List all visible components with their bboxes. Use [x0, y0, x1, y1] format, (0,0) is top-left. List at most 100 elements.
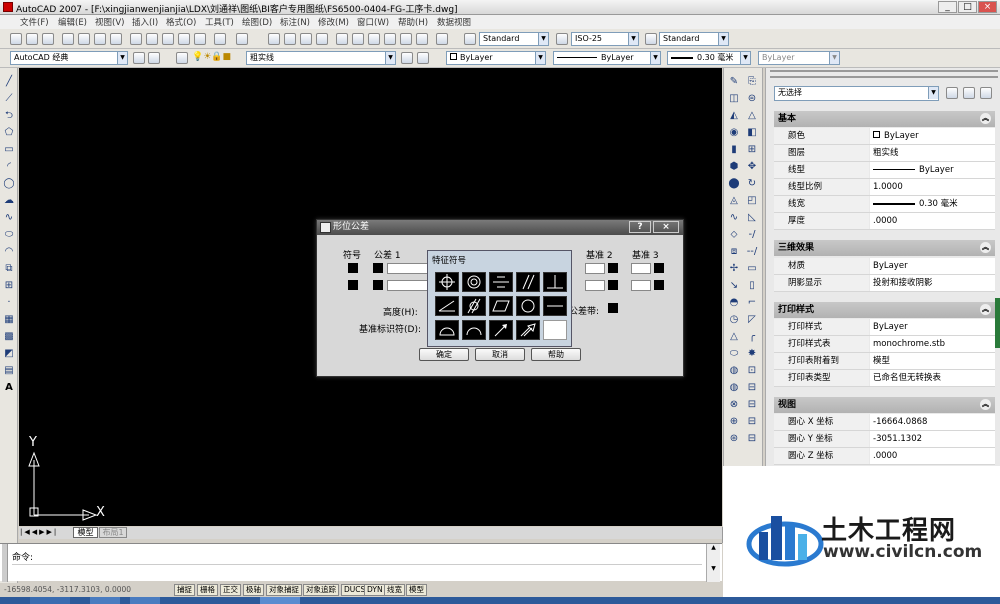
section-3d-effects[interactable]: 三维效果 ︽ [774, 240, 995, 256]
datum3-value-1[interactable] [631, 263, 651, 274]
prop-row-plot-attached[interactable]: 打印表附着到 模型 [774, 353, 995, 370]
save-icon[interactable] [42, 33, 54, 45]
osnap-settings-icon[interactable]: ⊟ [746, 433, 758, 445]
diameter-box-2[interactable] [373, 280, 383, 290]
datum3-value-2[interactable] [631, 280, 651, 291]
line-icon[interactable]: ╱ [3, 76, 15, 88]
extend-tool-icon[interactable]: --/ [746, 246, 758, 258]
datum3-material-1[interactable] [654, 263, 664, 273]
dim-continue-icon[interactable] [728, 365, 740, 377]
fillet-tool-icon[interactable]: ╭ [746, 331, 758, 343]
toggle-otrack[interactable]: 对象追踪 [303, 584, 339, 596]
dim-style-icon[interactable] [556, 33, 568, 45]
print-icon[interactable] [62, 33, 74, 45]
dialog-close-button[interactable]: × [653, 221, 679, 233]
menu-dimension[interactable]: 标注(N) [280, 16, 310, 28]
diameter-box-1[interactable] [373, 263, 383, 273]
total-runout-symbol-icon[interactable] [516, 320, 540, 340]
straightness-symbol-icon[interactable] [543, 296, 567, 316]
rotate-cw-icon[interactable]: ↻ [746, 178, 758, 190]
pan-icon[interactable] [268, 33, 280, 45]
preview-icon[interactable] [78, 33, 90, 45]
stretch-icon[interactable]: ▮ [728, 144, 740, 156]
region-icon[interactable]: ◩ [3, 348, 15, 360]
command-scrollbar[interactable]: ▲ ▼ [706, 544, 720, 582]
symbol-box-2[interactable] [348, 280, 358, 290]
dim-baseline-icon[interactable]: ◍ [728, 382, 740, 394]
make-layer-current-icon[interactable] [401, 52, 413, 64]
circular-runout-symbol-icon[interactable] [489, 320, 513, 340]
gradient-icon[interactable]: ▩ [3, 331, 15, 343]
prop-row-material[interactable]: 材质 ByLayer [774, 258, 995, 275]
projected-zone-box[interactable] [608, 303, 618, 313]
taskbar-item[interactable] [30, 597, 70, 604]
maximize-button[interactable]: □ [958, 1, 977, 13]
command-grip[interactable] [2, 544, 8, 582]
ellipse-icon[interactable]: ⬭ [3, 229, 15, 241]
layer-manager-icon[interactable] [176, 52, 188, 64]
menu-data-view[interactable]: 数据视图 [437, 16, 471, 28]
hatch-icon[interactable]: ▦ [3, 314, 15, 326]
datum2-value-2[interactable] [585, 280, 605, 291]
polyline-icon[interactable]: ⮌ [3, 110, 15, 122]
toggle-lineweight[interactable]: 线宽 [384, 584, 405, 596]
prop-row-plot-table-type[interactable]: 打印表类型 已命名但无转换表 [774, 370, 995, 387]
dialog-title-bar[interactable]: 形位公差 ? × [317, 220, 683, 235]
quick-select-icon[interactable] [980, 87, 992, 99]
toggle-pickadd-icon[interactable] [946, 87, 958, 99]
dim-aligned-icon[interactable]: ◓ [728, 297, 740, 309]
redo-icon[interactable] [236, 33, 248, 45]
menu-insert[interactable]: 插入(I) [132, 16, 158, 28]
angularity-symbol-icon[interactable] [435, 296, 459, 316]
workspace-settings-icon[interactable] [133, 52, 145, 64]
grid-icon[interactable]: ⊞ [746, 144, 758, 156]
save-workspace-icon[interactable] [148, 52, 160, 64]
construction-line-icon[interactable]: ⟋ [3, 93, 15, 105]
cancel-button[interactable]: 取消 [475, 348, 525, 361]
chamfer-icon[interactable]: ⬦ [728, 229, 740, 241]
toggle-model[interactable]: 模型 [406, 584, 427, 596]
3d-dwf-icon[interactable] [110, 33, 122, 45]
circle-icon[interactable]: ◯ [3, 178, 15, 190]
section-plot-style[interactable]: 打印样式 ︽ [774, 302, 995, 318]
perpendicularity-symbol-icon[interactable] [543, 272, 567, 292]
prop-row-center-z[interactable]: 圆心 Z 坐标 .0000 [774, 448, 995, 465]
prop-row-plot-table[interactable]: 打印样式表 monochrome.stb [774, 336, 995, 353]
minimize-button[interactable]: _ [938, 1, 957, 13]
palette-scroll-thumb[interactable] [995, 298, 1000, 348]
osnap-quadrant-icon[interactable]: ⊕ [728, 416, 740, 428]
prop-row-color[interactable]: 颜色 ByLayer [774, 128, 995, 145]
mtext-icon[interactable]: A [3, 382, 15, 394]
ok-button[interactable]: 确定 [419, 348, 469, 361]
revision-cloud-icon[interactable]: ☁ [3, 195, 15, 207]
menu-view[interactable]: 视图(V) [95, 16, 124, 28]
circularity-symbol-icon[interactable] [516, 296, 540, 316]
extend-icon[interactable]: ⬤ [728, 178, 740, 190]
trim-icon[interactable]: ⬢ [728, 161, 740, 173]
osnap-center-icon[interactable]: ⊗ [728, 399, 740, 411]
rotate-icon[interactable]: ◉ [728, 127, 740, 139]
taskbar-item[interactable] [90, 597, 120, 604]
dim-radius-icon[interactable]: △ [728, 331, 740, 343]
datum2-value-1[interactable] [585, 263, 605, 274]
autocad-icon[interactable] [3, 2, 13, 12]
break-point-icon[interactable]: ▭ [746, 263, 758, 275]
arc-icon[interactable]: ◜ [3, 161, 15, 173]
menu-file[interactable]: 文件(F) [20, 16, 49, 28]
osnap-midpoint-icon[interactable]: ⊟ [746, 382, 758, 394]
menu-help[interactable]: 帮助(H) [398, 16, 428, 28]
zoom-realtime-icon[interactable] [284, 33, 296, 45]
prop-row-layer[interactable]: 图层 粗实线 [774, 145, 995, 162]
move-icon[interactable]: △ [746, 110, 758, 122]
stretch-tool-icon[interactable]: ◺ [746, 212, 758, 224]
offset-icon[interactable]: ⊜ [746, 93, 758, 105]
selection-select[interactable]: 无选择 ▼ [774, 86, 939, 101]
osnap-node-icon[interactable]: ⊟ [746, 399, 758, 411]
command-input[interactable] [12, 564, 702, 578]
text-style-select[interactable]: Standard ▼ [479, 32, 549, 46]
zoom-window-icon[interactable] [300, 33, 312, 45]
select-objects-icon[interactable] [963, 87, 975, 99]
point-icon[interactable]: · [3, 297, 15, 309]
rectangle-icon[interactable]: ▭ [3, 144, 15, 156]
prop-row-center-x[interactable]: 圆心 X 坐标 -16664.0868 [774, 414, 995, 431]
